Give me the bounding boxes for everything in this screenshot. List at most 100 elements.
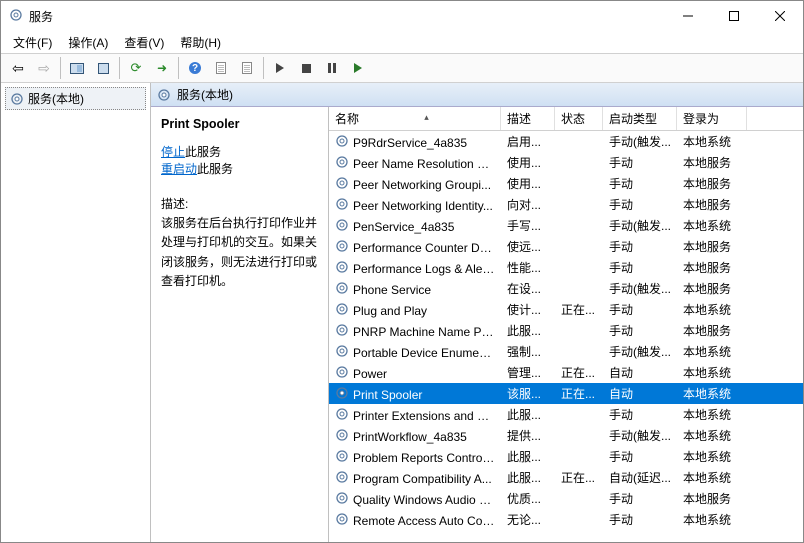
service-logon: 本地服务: [677, 259, 747, 276]
forward-button[interactable]: ⇨: [32, 56, 56, 80]
service-startup: 手动(触发...: [603, 427, 677, 444]
back-button[interactable]: ⇦: [6, 56, 30, 80]
service-startup: 手动(触发...: [603, 280, 677, 297]
gear-icon: [335, 155, 349, 169]
service-name: Plug and Play: [353, 304, 427, 318]
service-row[interactable]: Performance Logs & Aler...性能...手动本地服务: [329, 257, 803, 278]
service-name: Remote Access Auto Con...: [353, 514, 499, 528]
service-row[interactable]: Printer Extensions and N...此服...手动本地系统: [329, 404, 803, 425]
gear-icon: [335, 344, 349, 358]
restart-service-link[interactable]: 重启动: [161, 162, 197, 176]
title-bar[interactable]: 服务: [1, 1, 803, 31]
stop-service-button[interactable]: [294, 56, 318, 80]
description-pane: Print Spooler 停止此服务 重启动此服务 描述: 该服务在后台执行打…: [151, 107, 329, 542]
service-status: 正在...: [555, 385, 603, 402]
service-row[interactable]: Print Spooler该服...正在...自动本地系统: [329, 383, 803, 404]
service-row[interactable]: Phone Service在设...手动(触发...本地服务: [329, 278, 803, 299]
service-row[interactable]: Plug and Play使计...正在...手动本地系统: [329, 299, 803, 320]
service-startup: 手动: [603, 490, 677, 507]
restart-service-line: 重启动此服务: [161, 160, 318, 177]
service-logon: 本地服务: [677, 154, 747, 171]
gear-icon: [335, 365, 349, 379]
service-name: Performance Logs & Aler...: [353, 262, 496, 276]
col-startup[interactable]: 启动类型: [603, 107, 677, 130]
services-rows[interactable]: P9RdrService_4a835启用...手动(触发...本地系统Peer …: [329, 131, 803, 542]
maximize-button[interactable]: [711, 1, 757, 31]
gear-icon: [335, 260, 349, 274]
properties-button[interactable]: [209, 56, 233, 80]
refresh-button[interactable]: ⟳: [124, 56, 148, 80]
stop-service-link[interactable]: 停止: [161, 145, 185, 159]
service-desc: 使远...: [501, 238, 555, 255]
tree-root-label: 服务(本地): [28, 90, 84, 107]
export-list-button[interactable]: ➜: [150, 56, 174, 80]
menu-view[interactable]: 查看(V): [116, 32, 172, 53]
col-name[interactable]: 名称▴: [329, 107, 501, 130]
service-row[interactable]: Remote Access Auto Con...无论...手动本地系统: [329, 509, 803, 530]
service-row[interactable]: PrintWorkflow_4a835 提供... 手动(触发...本地系统: [329, 425, 803, 446]
tree-root-services-local[interactable]: 服务(本地): [5, 87, 146, 110]
service-row[interactable]: PNRP Machine Name Pu...此服...手动本地服务: [329, 320, 803, 341]
col-logon[interactable]: 登录为: [677, 107, 747, 130]
toolbar: ⇦ ⇨ ⟳ ➜ ?: [1, 53, 803, 83]
service-desc: 提供...: [501, 427, 555, 444]
menu-file[interactable]: 文件(F): [5, 32, 60, 53]
service-row[interactable]: Portable Device Enumera...强制...手动(触发...本…: [329, 341, 803, 362]
service-name: PrintWorkflow_4a835: [353, 430, 467, 444]
service-startup: 手动: [603, 175, 677, 192]
tree-pane[interactable]: 服务(本地): [1, 83, 151, 542]
pause-service-button[interactable]: [320, 56, 344, 80]
restart-service-button[interactable]: [346, 56, 370, 80]
gear-icon: [335, 449, 349, 463]
service-name: Peer Networking Identity...: [353, 199, 493, 213]
gear-icon: [335, 470, 349, 484]
gear-icon: [335, 428, 349, 442]
minimize-button[interactable]: [665, 1, 711, 31]
service-row[interactable]: Quality Windows Audio V...优质...手动本地服务: [329, 488, 803, 509]
service-name: Power: [353, 367, 387, 381]
start-service-button[interactable]: [268, 56, 292, 80]
service-name: Printer Extensions and N...: [353, 409, 496, 423]
gear-icon: [335, 407, 349, 421]
menu-help[interactable]: 帮助(H): [172, 32, 229, 53]
service-logon: 本地服务: [677, 490, 747, 507]
service-logon: 本地系统: [677, 133, 747, 150]
service-row[interactable]: Program Compatibility A...此服...正在...自动(延…: [329, 467, 803, 488]
service-name: Print Spooler: [353, 388, 422, 402]
gear-icon: [335, 302, 349, 316]
service-row[interactable]: Peer Networking Identity...向对...手动本地服务: [329, 194, 803, 215]
menu-action[interactable]: 操作(A): [60, 32, 116, 53]
service-name: PenService_4a835: [353, 220, 454, 234]
service-row[interactable]: Power管理...正在...自动本地系统: [329, 362, 803, 383]
service-desc: 该服...: [501, 385, 555, 402]
service-name: Peer Name Resolution Pr...: [353, 157, 498, 171]
help-button[interactable]: ?: [183, 56, 207, 80]
service-startup: 手动(触发...: [603, 133, 677, 150]
service-name: Peer Networking Groupi...: [353, 178, 491, 192]
stop-service-line: 停止此服务: [161, 143, 318, 160]
col-status[interactable]: 状态: [555, 107, 603, 130]
show-hide-tree-button[interactable]: [65, 56, 89, 80]
services-window: 服务 文件(F) 操作(A) 查看(V) 帮助(H) ⇦ ⇨ ⟳ ➜ ?: [0, 0, 804, 543]
service-name: Portable Device Enumera...: [353, 346, 500, 360]
service-logon: 本地系统: [677, 427, 747, 444]
service-status: 正在...: [555, 469, 603, 486]
close-button[interactable]: [757, 1, 803, 31]
service-row[interactable]: PenService_4a835手写...手动(触发...本地系统: [329, 215, 803, 236]
service-row[interactable]: Problem Reports Control...此服...手动本地系统: [329, 446, 803, 467]
service-row[interactable]: Performance Counter DL...使远...手动本地服务: [329, 236, 803, 257]
service-logon: 本地服务: [677, 238, 747, 255]
service-desc: 使计...: [501, 301, 555, 318]
properties-button-2[interactable]: [91, 56, 115, 80]
main-body: 服务(本地) 服务(本地) Print Spooler 停止此服务 重启动此服务: [1, 83, 803, 542]
service-row[interactable]: Peer Networking Groupi...使用...手动本地服务: [329, 173, 803, 194]
col-desc[interactable]: 描述: [501, 107, 555, 130]
service-name: PNRP Machine Name Pu...: [353, 325, 498, 339]
service-row[interactable]: P9RdrService_4a835启用...手动(触发...本地系统: [329, 131, 803, 152]
gear-icon: [335, 323, 349, 337]
service-row[interactable]: Peer Name Resolution Pr...使用...手动本地服务: [329, 152, 803, 173]
action-menu-button[interactable]: [235, 56, 259, 80]
service-logon: 本地服务: [677, 175, 747, 192]
service-logon: 本地系统: [677, 385, 747, 402]
service-desc: 手写...: [501, 217, 555, 234]
